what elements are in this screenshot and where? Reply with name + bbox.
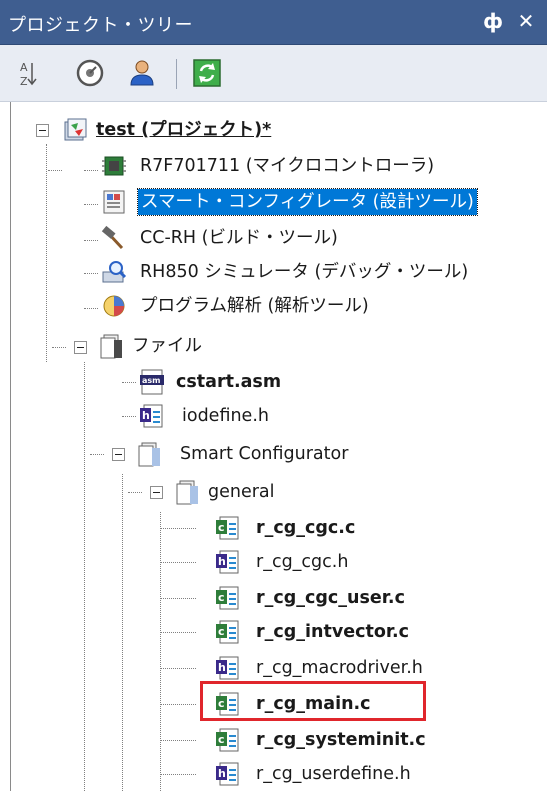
files-label: ファイル: [132, 336, 202, 356]
c-file-icon: c: [214, 584, 242, 612]
c-file-icon: c: [214, 726, 242, 754]
tree-connector: [160, 632, 196, 633]
tree-connector: [160, 562, 196, 563]
svg-text:h: h: [218, 661, 226, 674]
svg-text:c: c: [218, 591, 225, 604]
user-icon[interactable]: [126, 57, 158, 89]
tree-connector: [84, 308, 98, 309]
svg-text:h: h: [218, 555, 226, 568]
close-icon[interactable]: ✕: [513, 8, 539, 34]
header-file-icon: h: [214, 548, 242, 576]
iodefine-label: iodefine.h: [182, 406, 269, 426]
tree-connector: [128, 492, 142, 493]
file-label: r_cg_cgc_user.c: [256, 588, 405, 608]
analysis-tool-label: プログラム解析 (解析ツール): [140, 296, 369, 316]
tree-connector: [84, 240, 98, 241]
c-file-icon: c: [214, 514, 242, 542]
file-label: r_cg_userdefine.h: [256, 764, 411, 784]
c-file-icon: c: [214, 618, 242, 646]
tree-connector: [160, 668, 196, 669]
analysis-icon: [100, 292, 128, 320]
smart-config-tool-label: スマート・コンフィグレータ (設計ツール): [137, 188, 478, 216]
microcontroller-label: R7F701711 (マイクロコントローラ): [140, 156, 435, 176]
tree-connector: [160, 528, 196, 529]
toolbar: A Z: [0, 45, 547, 102]
collapse-general-toggle[interactable]: [150, 486, 163, 499]
hammer-icon: [100, 224, 128, 252]
tree-connector: [160, 740, 196, 741]
file-label: r_cg_intvector.c: [256, 622, 410, 642]
svg-text:Z: Z: [20, 75, 28, 88]
collapse-smart-configurator-toggle[interactable]: [112, 448, 125, 461]
svg-text:h: h: [218, 767, 226, 780]
tree-left-border: [10, 102, 11, 791]
header-file-icon: h: [214, 654, 242, 682]
annotation-highlight-box: [200, 681, 426, 721]
asm-file-icon: asm: [138, 368, 166, 396]
tree-connector: [122, 416, 136, 417]
sort-icon[interactable]: A Z: [16, 57, 48, 89]
chip-icon: [100, 152, 128, 180]
properties-icon[interactable]: [74, 57, 106, 89]
file-label: r_cg_cgc.h: [256, 552, 349, 572]
panel-title: プロジェクト・ツリー: [8, 15, 193, 36]
svg-text:c: c: [218, 521, 225, 534]
tree-connector: [84, 204, 98, 205]
svg-text:c: c: [218, 733, 225, 746]
file-label: r_cg_systeminit.c: [256, 730, 426, 750]
tree-connector: [52, 347, 66, 348]
simulator-icon: [100, 258, 128, 286]
build-tool-label: CC-RH (ビルド・ツール): [140, 228, 338, 248]
header-file-icon: h: [214, 760, 242, 788]
cstart-label: cstart.asm: [176, 372, 282, 392]
configurator-icon: [100, 188, 128, 216]
collapse-files-toggle[interactable]: [74, 341, 87, 354]
tree-connector: [48, 170, 62, 171]
file-label: r_cg_macrodriver.h: [256, 658, 423, 678]
project-tree-panel: プロジェクト・ツリー ф ✕ A Z test (プロジェクト)* R7F701…: [0, 0, 547, 791]
file-label: r_cg_cgc.c: [256, 518, 356, 538]
toolbar-separator: [176, 59, 177, 89]
folder-icon: [136, 440, 164, 468]
pin-icon[interactable]: ф: [480, 8, 506, 34]
folder-icon: [98, 332, 126, 360]
debug-tool-label: RH850 シミュレータ (デバッグ・ツール): [140, 262, 469, 282]
header-file-icon: h: [138, 402, 166, 430]
project-icon: [62, 116, 90, 144]
tree-connector: [46, 144, 47, 362]
tree-connector: [84, 273, 98, 274]
tree-connector: [122, 474, 123, 791]
tree-connector: [160, 598, 196, 599]
svg-text:c: c: [218, 625, 225, 638]
general-label: general: [208, 482, 275, 502]
tree-connector: [160, 774, 196, 775]
svg-text:A: A: [20, 61, 28, 74]
svg-text:asm: asm: [142, 376, 161, 385]
tree-connector: [90, 454, 104, 455]
collapse-project-toggle[interactable]: [36, 124, 49, 137]
refresh-icon[interactable]: [191, 57, 223, 89]
project-label: test (プロジェクト)*: [96, 120, 272, 140]
panel-titlebar: プロジェクト・ツリー ф ✕: [0, 0, 547, 45]
tree-connector: [160, 704, 196, 705]
tree-connector: [122, 382, 136, 383]
svg-text:h: h: [142, 409, 150, 422]
tree-connector: [160, 512, 161, 791]
tree-connector: [84, 362, 85, 791]
tree-connector: [84, 170, 98, 171]
folder-icon: [174, 478, 202, 506]
smart-configurator-label: Smart Configurator: [180, 444, 349, 464]
